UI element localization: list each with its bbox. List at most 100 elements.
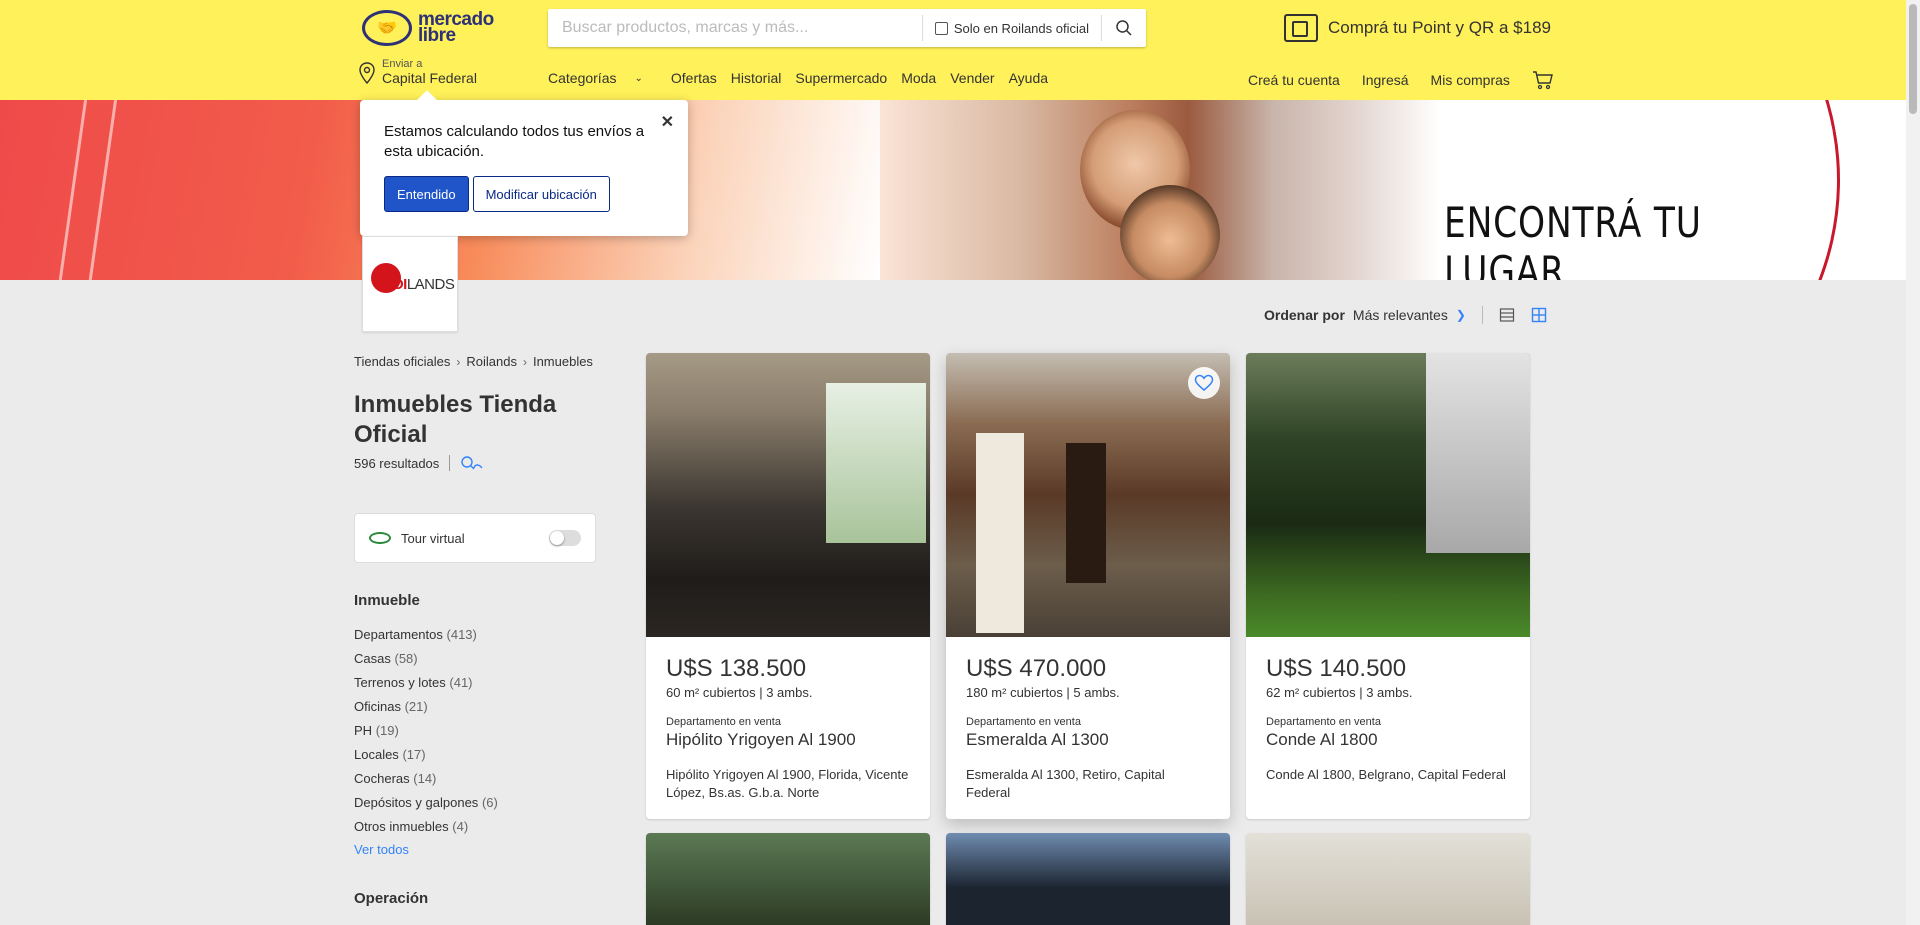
popup-message: Estamos calculando todos tus envíos a es… bbox=[384, 123, 645, 160]
filter-title-inmueble: Inmueble bbox=[354, 592, 420, 609]
tour-virtual-filter[interactable]: Tour virtual bbox=[354, 513, 596, 563]
listing-image[interactable] bbox=[946, 353, 1230, 637]
filter-item[interactable]: Otros inmuebles (4) bbox=[354, 815, 498, 839]
grid-view-icon[interactable] bbox=[1531, 307, 1547, 323]
sort-control: Ordenar por Más relevantes ❯ bbox=[1264, 306, 1547, 324]
vr-360-icon bbox=[369, 532, 391, 544]
breadcrumb: Tiendas oficiales › Roilands › Inmuebles bbox=[354, 354, 593, 369]
listing-address: Hipólito Yrigoyen Al 1900 bbox=[666, 730, 856, 749]
filter-item[interactable]: Terrenos y lotes (41) bbox=[354, 671, 498, 695]
chevron-right-icon: › bbox=[456, 354, 461, 369]
listing-card[interactable]: U$S 138.500 60 m² cubiertos | 3 ambs. De… bbox=[646, 353, 930, 819]
filter-item[interactable]: PH (19) bbox=[354, 719, 498, 743]
listing-card[interactable]: U$S 470.000 180 m² cubiertos | 5 ambs. D… bbox=[946, 353, 1230, 819]
listing-image[interactable] bbox=[1246, 833, 1530, 925]
shipping-location[interactable]: Enviar a Capital Federal bbox=[358, 58, 477, 86]
login-link[interactable]: Ingresá bbox=[1362, 72, 1409, 88]
cart-icon[interactable] bbox=[1532, 70, 1554, 90]
list-view-icon[interactable] bbox=[1499, 307, 1515, 323]
filter-item[interactable]: Cocheras (14) bbox=[354, 767, 498, 791]
listing-card[interactable] bbox=[946, 833, 1230, 925]
page-scrollbar[interactable] bbox=[1906, 0, 1920, 925]
search-bar: Solo en Roilands oficial bbox=[548, 9, 1146, 47]
nav-supermercado[interactable]: Supermercado bbox=[795, 70, 887, 86]
results-divider bbox=[449, 455, 451, 471]
listing-type: Departamento en venta bbox=[966, 716, 1081, 728]
listing-attributes: 180 m² cubiertos | 5 ambs. bbox=[966, 685, 1120, 700]
banner-person-2 bbox=[1120, 185, 1220, 280]
listing-image[interactable] bbox=[946, 833, 1230, 925]
scrollbar-thumb[interactable] bbox=[1909, 4, 1917, 114]
sort-dropdown[interactable]: Más relevantes bbox=[1353, 307, 1448, 323]
nav-moda[interactable]: Moda bbox=[901, 70, 936, 86]
promo-banner[interactable]: Comprá tu Point y QR a $189 bbox=[1284, 14, 1551, 42]
create-account-link[interactable]: Creá tu cuenta bbox=[1248, 72, 1340, 88]
listing-price: U$S 470.000 bbox=[966, 655, 1107, 682]
breadcrumb-item[interactable]: Tiendas oficiales bbox=[354, 354, 450, 369]
sort-label: Ordenar por bbox=[1264, 307, 1345, 323]
search-icon bbox=[1116, 20, 1132, 36]
chevron-down-icon: ⌄ bbox=[634, 72, 643, 84]
search-button[interactable] bbox=[1102, 9, 1146, 47]
header: mercado libre Solo en Roilands oficial C… bbox=[0, 0, 1920, 100]
save-search-icon[interactable] bbox=[460, 455, 484, 471]
close-icon[interactable]: ✕ bbox=[661, 112, 674, 132]
store-name-red: ROI bbox=[381, 275, 408, 293]
listing-price: U$S 140.500 bbox=[1266, 655, 1407, 682]
location-value: Capital Federal bbox=[382, 70, 477, 86]
search-input[interactable] bbox=[548, 9, 922, 47]
filter-item[interactable]: Locales (17) bbox=[354, 743, 498, 767]
store-name-dark: LANDS bbox=[406, 275, 455, 293]
nav-historial[interactable]: Historial bbox=[731, 70, 782, 86]
nav-categorias[interactable]: Categorías ⌄ bbox=[548, 70, 657, 86]
nav-ofertas[interactable]: Ofertas bbox=[671, 70, 717, 86]
listing-price: U$S 138.500 bbox=[666, 655, 807, 682]
see-all-link[interactable]: Ver todos bbox=[354, 842, 409, 857]
sort-divider bbox=[1481, 306, 1483, 324]
listing-location: Hipólito Yrigoyen Al 1900, Florida, Vice… bbox=[666, 767, 909, 800]
listing-image[interactable] bbox=[646, 353, 930, 637]
favorite-button[interactable] bbox=[1188, 367, 1220, 399]
tour-toggle[interactable] bbox=[549, 530, 581, 546]
official-store-label: Solo en Roilands oficial bbox=[953, 20, 1089, 36]
main-nav: Categorías ⌄ Ofertas Historial Supermerca… bbox=[548, 70, 1062, 86]
modify-location-button[interactable]: Modificar ubicación bbox=[472, 176, 610, 212]
promo-text: Comprá tu Point y QR a $189 bbox=[1328, 18, 1552, 37]
filter-item[interactable]: Depósitos y galpones (6) bbox=[354, 791, 498, 815]
location-popup: ✕ Estamos calculando todos tus envíos a … bbox=[360, 100, 688, 236]
nav-vender[interactable]: Vender bbox=[950, 70, 994, 86]
chevron-down-icon[interactable]: ❯ bbox=[1456, 308, 1466, 322]
results-text: 596 resultados bbox=[354, 455, 440, 471]
listing-type: Departamento en venta bbox=[1266, 716, 1381, 728]
filter-item[interactable]: Casas (58) bbox=[354, 647, 498, 671]
my-purchases-link[interactable]: Mis compras bbox=[1431, 72, 1510, 88]
listing-card[interactable]: U$S 140.500 62 m² cubiertos | 3 ambs. De… bbox=[1246, 353, 1530, 819]
filter-title-operacion: Operación bbox=[354, 890, 429, 907]
breadcrumb-item[interactable]: Roilands bbox=[466, 354, 517, 369]
heart-icon bbox=[1194, 374, 1214, 391]
store-logo[interactable]: ROILANDS bbox=[362, 236, 458, 332]
official-store-checkbox[interactable] bbox=[934, 21, 948, 35]
page-title: Inmuebles Tienda Oficial bbox=[354, 391, 557, 448]
listing-card[interactable] bbox=[1246, 833, 1530, 925]
handshake-icon bbox=[362, 10, 412, 46]
location-label: Enviar a bbox=[382, 58, 423, 70]
filter-list-inmueble: Departamentos (413) Casas (58) Terrenos … bbox=[354, 623, 498, 839]
breadcrumb-item[interactable]: Inmuebles bbox=[533, 354, 593, 369]
listing-attributes: 60 m² cubiertos | 3 ambs. bbox=[666, 685, 813, 700]
filter-item[interactable]: Departamentos (413) bbox=[354, 623, 498, 647]
filter-item[interactable]: Oficinas (21) bbox=[354, 695, 498, 719]
results-count: 596 resultados bbox=[354, 455, 484, 471]
listing-image[interactable] bbox=[646, 833, 930, 925]
chevron-right-icon: › bbox=[522, 354, 527, 369]
point-device-icon bbox=[1284, 14, 1318, 42]
listing-card[interactable] bbox=[646, 833, 930, 925]
listing-location: Esmeralda Al 1300, Retiro, Capital Feder… bbox=[966, 767, 1165, 800]
listing-address: Esmeralda Al 1300 bbox=[966, 730, 1109, 749]
understood-button[interactable]: Entendido bbox=[384, 176, 469, 212]
official-store-filter[interactable]: Solo en Roilands oficial bbox=[923, 9, 1101, 47]
nav-ayuda[interactable]: Ayuda bbox=[1009, 70, 1048, 86]
listing-type: Departamento en venta bbox=[666, 716, 781, 728]
mercadolibre-logo[interactable]: mercado libre bbox=[362, 8, 502, 48]
listing-image[interactable] bbox=[1246, 353, 1530, 637]
